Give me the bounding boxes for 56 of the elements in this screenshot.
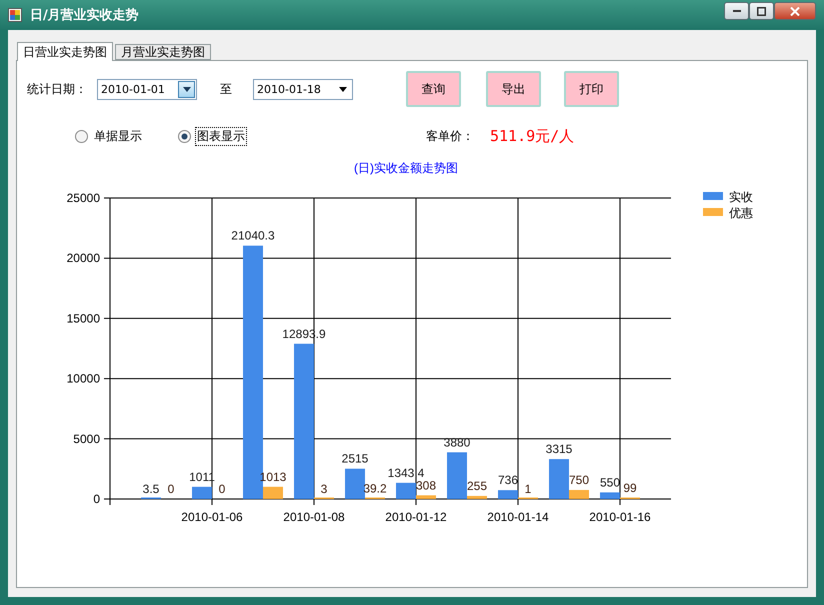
y-tick-label: 15000 [66, 311, 100, 326]
chart-title: (日)实收金额走势图 [354, 161, 458, 175]
x-tick-label: 2010-01-16 [589, 510, 651, 524]
data-label: 308 [416, 478, 436, 492]
data-label: 736 [498, 473, 518, 488]
maximize-button[interactable] [749, 2, 774, 20]
y-tick-label: 25000 [66, 191, 100, 205]
data-label: 1 [524, 482, 532, 496]
minimize-button[interactable] [724, 2, 749, 20]
caret-icon [182, 86, 190, 92]
data-label: 0 [168, 482, 174, 496]
y-tick-label: 0 [93, 492, 100, 506]
date-dropdown[interactable]: 2010-01-18 [253, 78, 353, 100]
data-label: 550 [600, 475, 620, 490]
avg-price-label: 客单价： [426, 128, 474, 144]
date-dropdown[interactable]: 2010-01-01 [97, 78, 197, 100]
action-button[interactable]: 导出 [486, 71, 541, 107]
window-title: 日/月营业实收走势 [30, 6, 140, 24]
data-label: 3.5 [142, 482, 160, 496]
data-label: 3 [320, 482, 328, 496]
date-label: 统计日期： [27, 80, 88, 98]
x-tick-label: 2010-01-14 [487, 510, 549, 524]
action-button[interactable]: 打印 [564, 71, 619, 107]
separator-label: 至 [220, 80, 232, 98]
data-label: 99 [623, 480, 637, 495]
tab[interactable]: 月营业实走势图 [115, 44, 211, 60]
app-icon [8, 8, 22, 22]
radio-label: 单据显示 [93, 128, 143, 144]
avg-price-value: 511.9元/人 [490, 126, 574, 146]
close-button[interactable] [774, 2, 816, 20]
dropdown-button[interactable] [178, 80, 195, 98]
y-tick-label: 10000 [66, 372, 100, 386]
data-label: 255 [466, 478, 488, 493]
y-tick-label: 5000 [73, 432, 100, 446]
x-tick-label: 2010-01-12 [385, 510, 447, 524]
close-icon [790, 6, 800, 16]
maximize-icon [757, 6, 766, 16]
data-label: 21040.3 [231, 228, 275, 243]
radio-button[interactable] [178, 130, 191, 142]
legend-label: 优惠 [729, 206, 753, 220]
data-label: 750 [568, 472, 590, 487]
x-tick-label: 2010-01-08 [283, 510, 345, 524]
y-tick-label: 20000 [66, 251, 100, 266]
x-tick-label: 2010-01-06 [181, 510, 243, 524]
data-label: 0 [218, 482, 226, 496]
tab[interactable]: 日营业实走势图 [17, 42, 113, 61]
caret-icon [338, 86, 346, 92]
action-button[interactable]: 查询 [406, 71, 461, 107]
data-label: 2515 [342, 452, 368, 466]
bar [192, 486, 212, 499]
legend-label: 实收 [729, 190, 753, 204]
radio-button[interactable] [75, 130, 88, 142]
data-label: 3880 [444, 435, 470, 450]
data-label: 3315 [546, 442, 572, 456]
minimize-icon [732, 10, 740, 12]
radio-label: 图表显示 [196, 128, 246, 144]
